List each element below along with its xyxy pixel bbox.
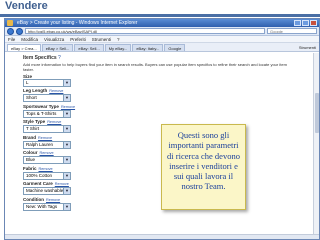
remove-link[interactable]: Remove <box>39 167 53 171</box>
chevron-down-icon: ▼ <box>63 79 70 86</box>
remove-link[interactable]: Remove <box>38 136 52 140</box>
remove-link[interactable]: Remove <box>40 151 54 155</box>
tab-1[interactable]: eBay > Sell... <box>41 44 74 51</box>
field-label: Colour <box>23 150 38 155</box>
select-value: L <box>26 79 29 85</box>
field-label: Style Type <box>23 119 46 124</box>
chevron-down-icon: ▼ <box>63 126 70 132</box>
field-label: Condition <box>23 196 44 202</box>
menu-favorites[interactable]: Preferiti <box>70 36 86 42</box>
field-label: Garment Care <box>23 181 53 186</box>
select-value: Tops & T-Shirts <box>26 110 57 116</box>
forward-icon[interactable] <box>16 27 23 35</box>
menu-help[interactable]: ? <box>117 36 120 42</box>
intro-text: Add more information to help buyers find… <box>23 62 287 72</box>
remove-link[interactable]: Remove <box>61 105 75 109</box>
ie-logo-icon <box>7 20 13 26</box>
menu-file[interactable]: File <box>8 36 15 42</box>
select-value: Ralph Lauren <box>26 141 54 147</box>
field-label: Fabric <box>23 165 37 171</box>
section-title: Item Specifics <box>23 55 57 61</box>
help-icon[interactable]: ? <box>58 55 61 61</box>
chevron-down-icon: ▼ <box>63 95 70 101</box>
select-value: Short <box>26 95 37 100</box>
condition-select[interactable]: New: With Tags ▼ <box>23 202 71 211</box>
back-icon[interactable] <box>7 27 14 35</box>
field-label: Leg Length <box>23 88 48 93</box>
remove-link[interactable]: Remove <box>55 182 69 186</box>
field-label: Sportswear Type <box>23 103 59 109</box>
select-value: 100% Cotton <box>26 172 53 178</box>
tab-3[interactable]: My eBay... <box>104 44 132 51</box>
colour-select[interactable]: Blue ▼ <box>23 156 71 164</box>
tab-5[interactable]: Google <box>164 44 186 51</box>
select-value: New: With Tags <box>26 203 58 209</box>
leg-length-select[interactable]: Short ▼ <box>23 94 71 102</box>
field-size: Size L ▼ <box>23 74 298 87</box>
brand-select[interactable]: Ralph Lauren ▼ <box>23 140 71 149</box>
field-sportswear-type: Sportswear Type Remove Tops & T-Shirts ▼ <box>23 104 298 118</box>
window-title: eBay > Create your listing - Windows Int… <box>17 20 138 26</box>
tab-bar: eBay > Crea... eBay > Sell... eBay: Sell… <box>5 43 319 52</box>
remove-link[interactable]: Remove <box>47 120 61 124</box>
window-controls <box>294 20 317 26</box>
close-icon[interactable] <box>310 20 317 26</box>
address-input[interactable]: http://cgi5.ebay.co.uk/ws/eBayISAPI.dll <box>25 28 265 34</box>
menu-edit[interactable]: Modifica <box>21 36 38 42</box>
chevron-down-icon: ▼ <box>63 141 70 148</box>
title-divider <box>0 14 320 17</box>
callout-note: Questi sono gli importanti parametri di … <box>161 124 246 210</box>
sportswear-type-select[interactable]: Tops & T-Shirts ▼ <box>23 109 71 118</box>
section-header: Item Specifics ? <box>23 55 298 61</box>
size-select[interactable]: L ▼ <box>23 78 71 87</box>
slide: Vendere eBay > Create your listing - Win… <box>0 0 320 240</box>
garment-care-select[interactable]: Machine washable ▼ <box>23 187 71 195</box>
menu-view[interactable]: Visualizza <box>44 36 64 42</box>
search-input[interactable]: Google <box>267 28 317 34</box>
maximize-icon[interactable] <box>302 20 309 26</box>
minimize-icon[interactable] <box>294 20 301 26</box>
select-value: Blue <box>26 157 36 162</box>
chevron-down-icon: ▼ <box>63 203 70 210</box>
chevron-down-icon: ▼ <box>63 157 70 163</box>
address-bar: http://cgi5.ebay.co.uk/ws/eBayISAPI.dll … <box>5 27 319 36</box>
chevron-down-icon: ▼ <box>63 110 70 117</box>
field-leg-length: Leg Length Remove Short ▼ <box>23 88 298 102</box>
select-value: T Shirt <box>26 126 40 131</box>
remove-link[interactable]: Remove <box>46 198 60 202</box>
tools-menu-button[interactable]: Strumenti <box>299 44 316 51</box>
fabric-select[interactable]: 100% Cotton ▼ <box>23 171 71 180</box>
scrollbar-thumb[interactable] <box>315 93 319 133</box>
menu-tools[interactable]: Strumenti <box>92 36 111 42</box>
tab-2[interactable]: eBay: Sell... <box>74 44 104 51</box>
chevron-down-icon: ▼ <box>63 188 70 194</box>
remove-link[interactable]: Remove <box>49 89 63 93</box>
tab-0[interactable]: eBay > Crea... <box>7 44 41 51</box>
status-bar <box>5 234 319 239</box>
window-titlebar: eBay > Create your listing - Windows Int… <box>5 19 319 27</box>
field-label: Brand <box>23 134 37 140</box>
vertical-scrollbar[interactable] <box>313 53 319 236</box>
chevron-down-icon: ▼ <box>63 172 70 179</box>
style-type-select[interactable]: T Shirt ▼ <box>23 125 71 133</box>
tab-4[interactable]: eBay: Itaby... <box>132 44 164 51</box>
select-value: Machine washable <box>26 188 64 193</box>
slide-title: Vendere <box>5 0 48 12</box>
menu-bar: File Modifica Visualizza Preferiti Strum… <box>5 36 319 43</box>
